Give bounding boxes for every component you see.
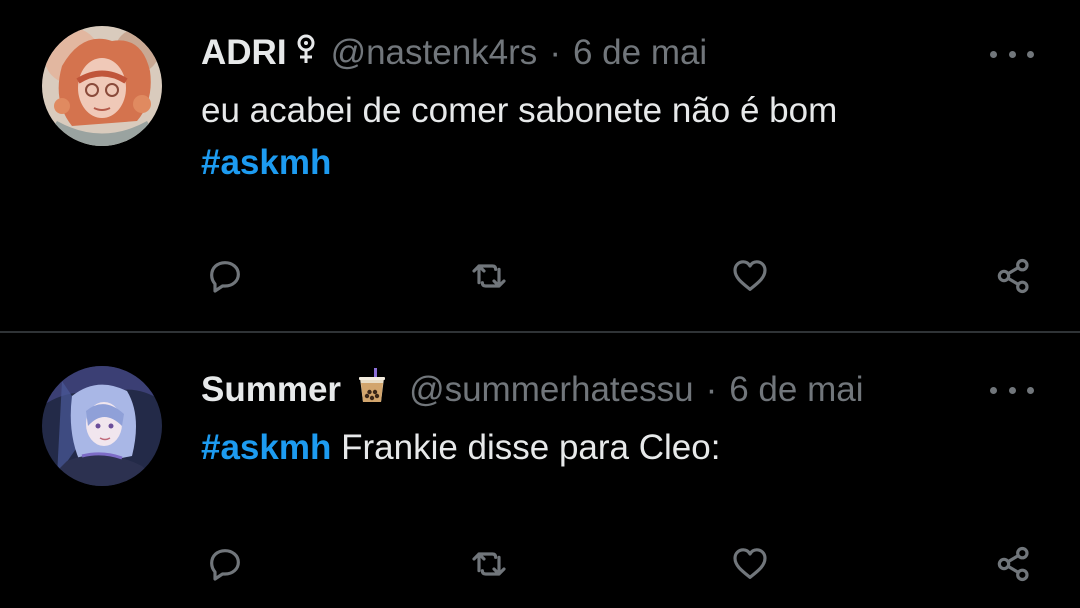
share-icon[interactable] xyxy=(992,254,1036,298)
bubble-tea-icon xyxy=(357,367,387,413)
tweet-date[interactable]: 6 de mai xyxy=(729,370,863,410)
tweet-card[interactable]: ADRI @nastenk4rs · 6 de mai eu acabei de… xyxy=(0,0,1080,332)
avatar[interactable] xyxy=(42,26,162,146)
tweet-header: Summer @summerhatessu · 6 de mai xyxy=(201,367,863,413)
hashtag-link[interactable]: #askmh xyxy=(201,143,331,182)
tweet-text-line: eu acabei de comer sabonete não é bom xyxy=(201,91,838,130)
separator-dot: · xyxy=(705,370,718,409)
reply-icon[interactable] xyxy=(203,542,247,586)
avatar[interactable] xyxy=(42,366,162,486)
tweet-text-body: Frankie disse para Cleo: xyxy=(331,428,721,467)
retweet-icon[interactable] xyxy=(467,254,511,298)
more-options-icon[interactable] xyxy=(990,44,1034,64)
more-options-icon[interactable] xyxy=(990,380,1034,400)
avatar-image-adri xyxy=(42,26,162,146)
female-symbol-icon xyxy=(295,33,317,73)
tweet-divider xyxy=(0,331,1080,333)
tweet-date[interactable]: 6 de mai xyxy=(573,33,707,73)
avatar-image-summer xyxy=(42,366,162,486)
like-icon[interactable] xyxy=(728,542,772,586)
timeline-feed: ADRI @nastenk4rs · 6 de mai eu acabei de… xyxy=(0,0,1080,608)
share-icon[interactable] xyxy=(992,542,1036,586)
tweet-text: eu acabei de comer sabonete não é bom #a… xyxy=(201,85,837,189)
tweet-header: ADRI @nastenk4rs · 6 de mai xyxy=(201,31,707,75)
display-name[interactable]: ADRI xyxy=(201,33,287,73)
user-handle[interactable]: @nastenk4rs xyxy=(331,33,538,73)
tweet-actions xyxy=(0,542,1080,586)
tweet-actions xyxy=(0,254,1080,298)
like-icon[interactable] xyxy=(728,254,772,298)
reply-icon[interactable] xyxy=(203,254,247,298)
retweet-icon[interactable] xyxy=(467,542,511,586)
display-name[interactable]: Summer xyxy=(201,370,341,410)
tweet-text: #askmh Frankie disse para Cleo: xyxy=(201,422,720,474)
user-handle[interactable]: @summerhatessu xyxy=(409,370,694,410)
separator-dot: · xyxy=(549,33,561,72)
tweet-card[interactable]: Summer @summerhatessu · 6 de mai #askmh … xyxy=(0,334,1080,608)
hashtag-link[interactable]: #askmh xyxy=(201,428,331,467)
